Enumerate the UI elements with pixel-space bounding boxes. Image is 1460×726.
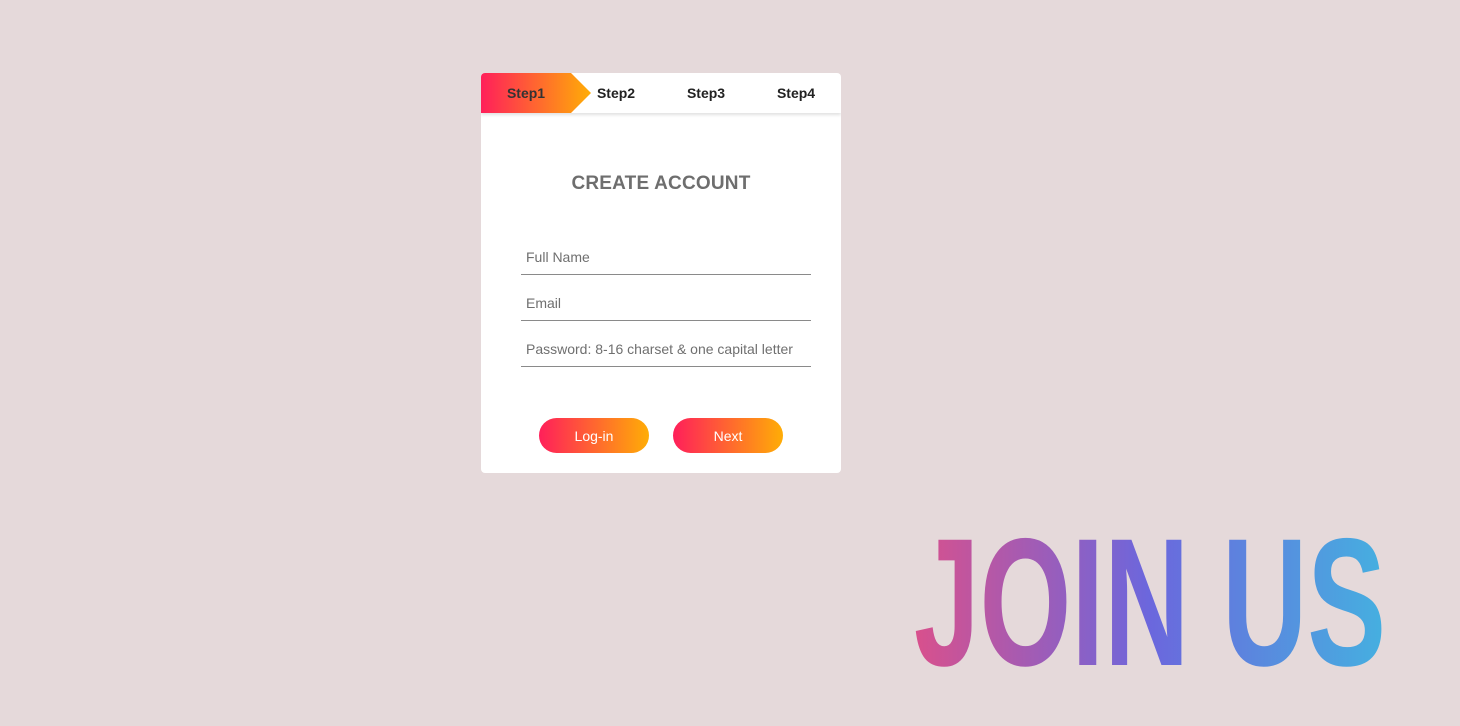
login-button[interactable]: Log-in [539, 418, 649, 453]
next-button[interactable]: Next [673, 418, 783, 453]
password-input[interactable] [521, 331, 811, 367]
email-input[interactable] [521, 285, 811, 321]
join-us-banner: JOIN US [914, 512, 1386, 672]
signup-card: Step1 Step2 Step3 Step4 CREATE ACCOUNT L… [481, 73, 841, 473]
step-progress-bar: Step1 Step2 Step3 Step4 [481, 73, 841, 113]
step-3-tab[interactable]: Step3 [661, 73, 751, 113]
join-us-text: JOIN US [914, 512, 1386, 672]
step-2-tab[interactable]: Step2 [571, 73, 661, 113]
full-name-input[interactable] [521, 239, 811, 275]
form-title: CREATE ACCOUNT [571, 173, 751, 194]
step-4-tab[interactable]: Step4 [751, 73, 841, 113]
